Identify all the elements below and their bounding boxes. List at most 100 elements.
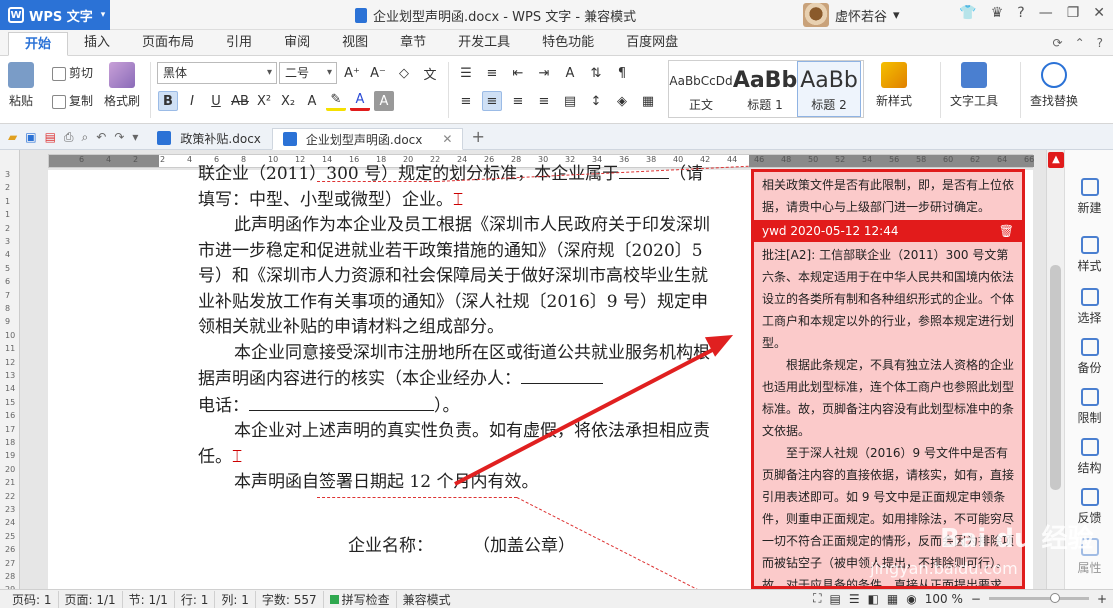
shirt-icon[interactable]: 👕 — [959, 5, 976, 21]
preview-icon[interactable]: ⌕ — [82, 130, 89, 145]
new-tab-button[interactable]: + — [463, 125, 492, 149]
phonetic-icon[interactable]: 文 — [420, 63, 440, 83]
change-case-icon[interactable]: A — [560, 63, 580, 83]
italic-button[interactable]: I — [182, 91, 202, 111]
justify-icon[interactable]: ≡ — [534, 91, 554, 111]
tab-insert[interactable]: 插入 — [68, 31, 126, 55]
superscript-button[interactable]: X² — [254, 91, 274, 111]
sidebar-item-structure[interactable]: 结构 — [1065, 438, 1113, 476]
phone-field[interactable] — [249, 393, 434, 411]
align-right-icon[interactable]: ≡ — [508, 91, 528, 111]
user-account[interactable]: 虚怀若谷 ▾ — [803, 3, 900, 27]
close-icon[interactable]: ✕ — [1093, 5, 1105, 21]
shrink-font-icon[interactable]: A⁻ — [368, 63, 388, 83]
sidebar-item-new[interactable]: 新建 — [1065, 178, 1113, 216]
tab-chapter[interactable]: 章节 — [384, 31, 442, 55]
line-spacing-icon[interactable]: ↕ — [586, 91, 606, 111]
web-view-icon[interactable]: ◧ — [868, 592, 879, 606]
tab-home[interactable]: 开始 — [8, 32, 69, 56]
comment-anchor-icon[interactable]: ⌶ — [232, 447, 242, 467]
outline-view-icon[interactable]: ☰ — [849, 592, 860, 606]
read-view-icon[interactable]: ▦ — [887, 592, 898, 606]
find-replace-button[interactable]: 查找替换 — [1030, 62, 1078, 109]
zoom-slider-knob[interactable] — [1049, 593, 1060, 603]
app-menu-button[interactable]: W WPS 文字 ▾ — [0, 0, 110, 30]
chevron-up-icon[interactable]: ⌃ — [1075, 36, 1085, 50]
text-effect-icon[interactable]: A — [302, 91, 322, 111]
clear-format-icon[interactable]: ◇ — [394, 63, 414, 83]
tab-references[interactable]: 引用 — [210, 31, 268, 55]
doc-tab-enterprise[interactable]: 企业划型声明函.docx ✕ — [271, 128, 464, 150]
document-body[interactable]: 联企业（2011）300 号）规定的划分标准，本企业属于 （请 填写：中型、小型或… — [198, 164, 718, 559]
arrow-up-icon[interactable]: ▲ — [1048, 152, 1064, 168]
tab-developer[interactable]: 开发工具 — [442, 31, 526, 55]
restore-icon[interactable]: ❐ — [1067, 5, 1080, 21]
bold-button[interactable]: B — [158, 91, 178, 111]
print-icon[interactable]: ⎙ — [64, 130, 74, 145]
subscript-button[interactable]: X₂ — [278, 91, 298, 111]
skin-icon[interactable]: ♛ — [991, 5, 1004, 21]
tab-view[interactable]: 视图 — [326, 31, 384, 55]
font-name-select[interactable]: 黑体 — [157, 62, 277, 84]
highlight-icon[interactable]: ✎ — [326, 91, 346, 111]
numbered-list-icon[interactable]: ≡ — [482, 63, 502, 83]
copy-button[interactable]: 复制 — [52, 92, 93, 109]
close-icon[interactable]: ✕ — [442, 132, 452, 146]
font-color-icon[interactable]: A — [350, 91, 370, 111]
indent-icon[interactable]: ⇥ — [534, 63, 554, 83]
contact-person-field[interactable] — [521, 366, 603, 384]
text-tools-button[interactable]: 文字工具 — [950, 62, 998, 109]
align-left-icon[interactable]: ≡ — [456, 91, 476, 111]
align-center-icon[interactable]: ≡ — [482, 91, 502, 111]
format-painter-button[interactable]: 格式刷 — [104, 62, 140, 109]
zoom-out-icon[interactable]: − — [971, 592, 981, 606]
pdf-icon[interactable]: ▤ — [45, 130, 56, 144]
help-icon[interactable]: ? — [1017, 5, 1024, 21]
tab-page-layout[interactable]: 页面布局 — [126, 31, 210, 55]
sort-icon[interactable]: ⇅ — [586, 63, 606, 83]
eye-icon[interactable]: ◉ — [906, 592, 916, 606]
status-words[interactable]: 字数: 557 — [256, 590, 324, 608]
paste-button[interactable]: 粘贴 — [8, 62, 34, 109]
sync-icon[interactable]: ⟳ — [1053, 36, 1063, 50]
new-style-button[interactable]: 新样式 — [876, 62, 912, 109]
strikethrough-button[interactable]: AB — [230, 91, 250, 111]
underline-button[interactable]: U — [206, 91, 226, 111]
sidebar-item-backup[interactable]: 备份 — [1065, 338, 1113, 376]
redo-icon[interactable]: ↷ — [114, 130, 124, 144]
doc-tab-policy[interactable]: 政策补贴.docx — [146, 127, 271, 149]
spell-check-button[interactable]: 拼写检查 — [324, 590, 397, 608]
outdent-icon[interactable]: ⇤ — [508, 63, 528, 83]
shading-icon[interactable]: ◈ — [612, 91, 632, 111]
tab-review[interactable]: 审阅 — [268, 31, 326, 55]
fullscreen-icon[interactable]: ⛶ — [813, 591, 821, 606]
char-shading-icon[interactable]: A — [374, 91, 394, 111]
grow-font-icon[interactable]: A⁺ — [342, 63, 362, 83]
trash-icon[interactable]: 🗑 — [999, 220, 1014, 242]
border-icon[interactable]: ▦ — [638, 91, 658, 111]
font-size-select[interactable]: 二号 — [279, 62, 337, 84]
minimize-icon[interactable]: — — [1039, 5, 1053, 21]
zoom-slider[interactable] — [988, 593, 1089, 603]
open-icon[interactable]: ▰ — [8, 130, 17, 144]
style-heading-2[interactable]: AaBb 标题 2 — [797, 61, 861, 117]
save-icon[interactable]: ▣ — [25, 130, 36, 144]
style-normal[interactable]: AaBbCcDd 正文 — [669, 61, 733, 117]
page-view-icon[interactable]: ▤ — [829, 592, 840, 606]
cut-button[interactable]: 剪切 — [52, 64, 93, 81]
tab-special[interactable]: 特色功能 — [526, 31, 610, 55]
tab-baidu-netdisk[interactable]: 百度网盘 — [610, 31, 694, 55]
show-marks-icon[interactable]: ¶ — [612, 63, 632, 83]
sidebar-item-select[interactable]: 选择 — [1065, 288, 1113, 326]
sidebar-item-style[interactable]: 样式 — [1065, 236, 1113, 274]
comment-anchor-icon[interactable]: ⌶ — [453, 190, 463, 210]
help-icon[interactable]: ? — [1097, 36, 1103, 50]
sidebar-item-restrict[interactable]: 限制 — [1065, 388, 1113, 426]
zoom-value[interactable]: 100 % — [925, 592, 963, 606]
chevron-down-icon[interactable]: ▾ — [132, 130, 138, 144]
undo-icon[interactable]: ↶ — [96, 130, 106, 144]
scroll-thumb[interactable] — [1050, 265, 1061, 490]
zoom-in-icon[interactable]: + — [1097, 592, 1107, 606]
style-heading-1[interactable]: AaBb 标题 1 — [733, 61, 797, 117]
distribute-icon[interactable]: ▤ — [560, 91, 580, 111]
